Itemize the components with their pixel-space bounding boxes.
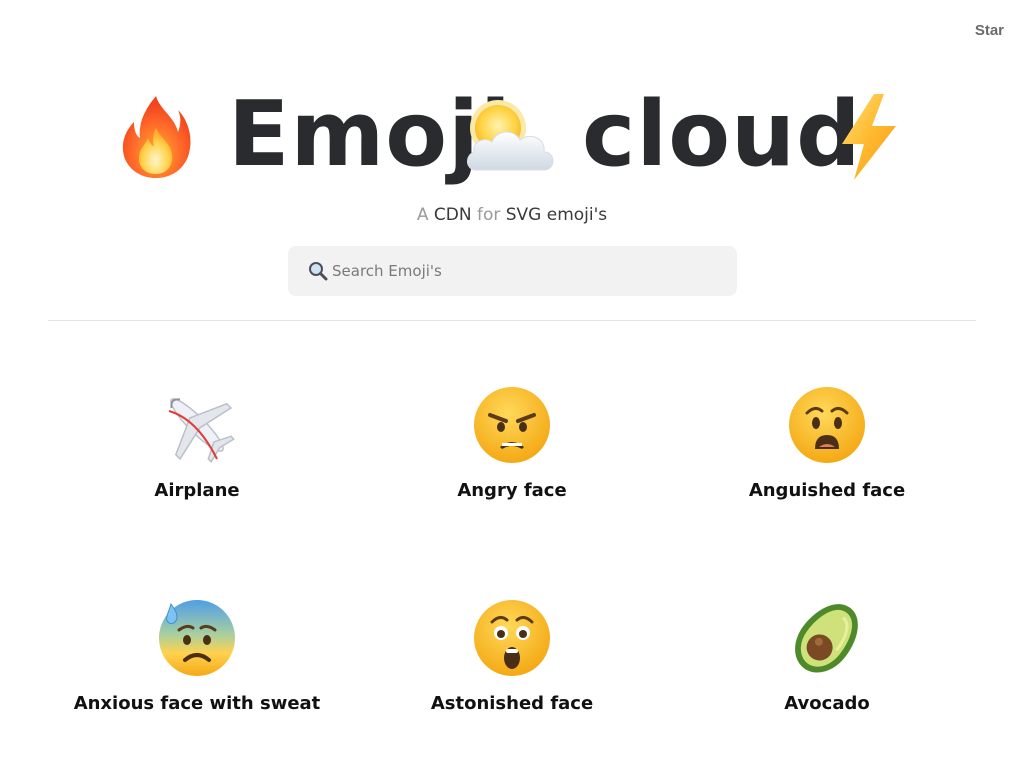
title-word-cloud: cloud [582,82,862,187]
anxious-face-with-sweat-icon [157,598,237,678]
high-voltage-icon [836,92,900,186]
emoji-label: Anguished face [748,480,906,501]
emoji-label: Avocado [784,693,870,714]
tagline-cdn: CDN [433,205,472,225]
hero-title: Emoji cloud [0,80,1024,200]
tagline-svg-emojis: SVG emoji's [505,205,608,225]
star-link[interactable]: Star [975,22,1004,39]
emoji-tile-airplane[interactable]: Airplane [40,385,354,515]
emoji-tile-astonished-face[interactable]: Astonished face [355,598,669,728]
emoji-label: Astonished face [430,693,594,714]
avocado-icon [787,598,867,678]
emoji-label: Anxious face with sweat [73,693,321,714]
astonished-face-icon [472,598,552,678]
tagline-for: for [476,205,501,225]
emoji-tile-avocado[interactable]: Avocado [670,598,984,728]
anguished-face-icon [787,385,867,465]
angry-face-icon [472,385,552,465]
search-input[interactable] [332,246,722,296]
sun-behind-cloud-icon [462,96,558,182]
emoji-label: Angry face [457,480,567,501]
tagline-a: A [416,205,429,225]
emoji-tile-anguished-face[interactable]: Anguished face [670,385,984,515]
airplane-icon [157,385,237,465]
divider [48,320,976,321]
tagline: A CDN for SVG emoji's [0,203,1024,227]
emoji-tile-angry-face[interactable]: Angry face [355,385,669,515]
search-icon [308,261,328,281]
search-bar[interactable] [288,246,737,296]
emoji-tile-anxious-face-with-sweat[interactable]: Anxious face with sweat [40,598,354,728]
fire-icon [120,92,192,186]
page: Star Emoji cloud A CDN for SVG emoji's S… [0,0,1024,768]
emoji-label: Airplane [154,480,240,501]
